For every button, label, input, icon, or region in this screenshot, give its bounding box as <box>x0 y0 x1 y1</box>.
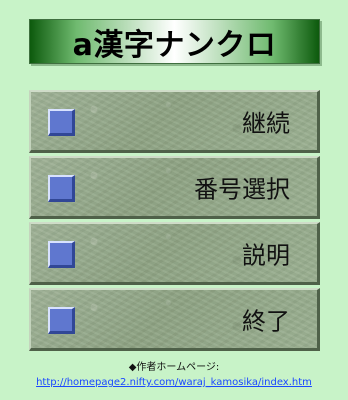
instructions-label: 説明 <box>242 241 290 270</box>
exit-label: 終了 <box>242 307 290 336</box>
game-menu-screen: a漢字ナンクロ 継続 番号選択 説明 終了 ◆作者ホームページ: http://… <box>0 0 348 400</box>
game-title: a漢字ナンクロ <box>72 27 277 63</box>
author-homepage-label: ◆作者ホームページ: <box>128 362 220 373</box>
blue-square-icon <box>48 241 75 268</box>
continue-label: 継続 <box>242 109 290 138</box>
instructions-button[interactable]: 説明 <box>29 222 320 285</box>
continue-button[interactable]: 継続 <box>29 90 320 153</box>
main-menu: 継続 番号選択 説明 終了 <box>29 90 320 351</box>
number-select-button[interactable]: 番号選択 <box>29 156 320 219</box>
number-select-label: 番号選択 <box>194 175 290 204</box>
game-title-banner: a漢字ナンクロ <box>29 19 320 64</box>
author-homepage-link[interactable]: http://homepage2.nifty.com/waraj_kamosik… <box>0 376 348 389</box>
blue-square-icon <box>48 175 75 202</box>
blue-square-icon <box>48 109 75 136</box>
exit-button[interactable]: 終了 <box>29 288 320 351</box>
blue-square-icon <box>48 307 75 334</box>
